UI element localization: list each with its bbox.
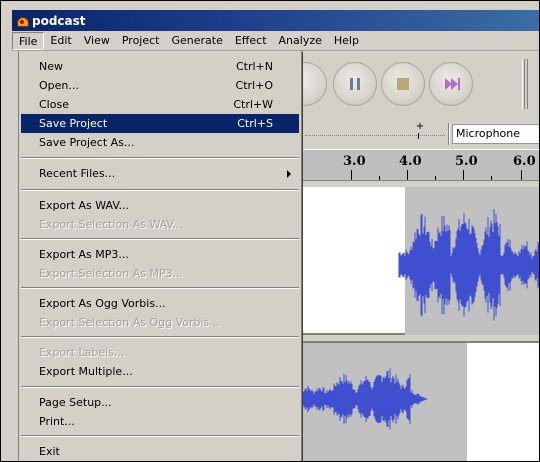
title-bar: podcast [12, 10, 539, 31]
ruler-tick [379, 176, 380, 180]
menu-item-label: Save Project [39, 117, 108, 130]
audacity-window: podcast File Edit View Project Generate … [0, 0, 540, 462]
menu-view[interactable]: View [78, 32, 116, 50]
ruler-label: 6.0 [513, 154, 536, 169]
menu-item-label: Export As MP3... [39, 248, 129, 261]
ruler-tick [521, 170, 522, 180]
ruler-label: 3.0 [343, 154, 366, 169]
menu-item-export-labels: Export Labels... [21, 343, 299, 362]
file-menu-dropdown: New Ctrl+N Open... Ctrl+O Close Ctrl+W Save Pr… [18, 51, 302, 461]
menu-bar: File Edit View Project Generate Effect A… [12, 31, 539, 51]
menu-item-label: New [39, 60, 63, 73]
toolbar-separator [448, 123, 450, 145]
menu-item-label: Close [39, 98, 69, 111]
menu-item-label: Page Setup... [39, 396, 112, 409]
menu-item-label: Export Selection As Ogg Vorbis... [39, 316, 220, 329]
menu-item-label: Export Selection As MP3... [39, 267, 184, 280]
menu-item-label: Print... [39, 415, 75, 428]
menu-generate[interactable]: Generate [165, 32, 228, 50]
menu-item-shortcut: Ctrl+O [235, 79, 273, 92]
menu-item-export-as-ogg-vorbis[interactable]: Export As Ogg Vorbis... [21, 294, 299, 313]
toolbar-grip[interactable] [522, 59, 528, 109]
menu-item-label: Save Project As... [39, 136, 135, 149]
menu-item-export-as-mp3[interactable]: Export As MP3... [21, 245, 299, 264]
skip-to-end-button[interactable] [429, 62, 473, 106]
stop-icon [397, 78, 409, 90]
menu-separator [21, 336, 299, 338]
audio-track-1[interactable] [301, 187, 539, 335]
menu-separator [21, 189, 299, 191]
menu-item-label: Exit [39, 445, 60, 458]
menu-effect[interactable]: Effect [229, 32, 273, 50]
ruler-label: 4.0 [399, 154, 422, 169]
menu-item-label: Export Labels... [39, 346, 125, 359]
menu-item-label: Export As WAV... [39, 199, 129, 212]
menu-item-export-selection-as-ogg-vorbis: Export Selection As Ogg Vorbis... [21, 313, 299, 332]
menu-item-exit[interactable]: Exit [21, 442, 299, 461]
menu-help[interactable]: Help [328, 32, 365, 50]
stop-button[interactable] [381, 62, 425, 106]
ruler-tick [491, 176, 492, 180]
ruler-tick [463, 170, 464, 180]
ruler-tick [435, 176, 436, 180]
transport-toolbar [283, 51, 539, 119]
timeline-ruler[interactable]: 3.0 4.0 5.0 6.0 [301, 149, 539, 181]
submenu-arrow-icon [287, 170, 291, 178]
menu-item-label: Open... [39, 79, 79, 92]
menu-item-save-project-as[interactable]: Save Project As... [21, 133, 299, 152]
menu-file[interactable]: File [12, 31, 45, 50]
ruler-tick [351, 170, 352, 180]
menu-item-recent-files[interactable]: Recent Files... [21, 164, 299, 183]
menu-separator [21, 386, 299, 388]
menu-separator [21, 435, 299, 437]
menu-item-save-project[interactable]: Save Project Ctrl+S [21, 114, 299, 133]
menu-separator [21, 238, 299, 240]
menu-item-page-setup[interactable]: Page Setup... [21, 393, 299, 412]
menu-item-print[interactable]: Print... [21, 412, 299, 431]
waveform-track-2 [301, 368, 428, 430]
menu-separator [21, 157, 299, 159]
input-device-select[interactable]: Microphone [452, 124, 539, 144]
pause-icon [350, 78, 360, 90]
menu-item-export-selection-as-wav: Export Selection As WAV... [21, 215, 299, 234]
menu-item-export-as-wav[interactable]: Export As WAV... [21, 196, 299, 215]
ruler-label: 5.0 [455, 154, 478, 169]
track-panel[interactable] [301, 181, 539, 461]
menu-item-new[interactable]: New Ctrl+N [21, 57, 299, 76]
menu-item-export-multiple[interactable]: Export Multiple... [21, 362, 299, 381]
mixer-toolbar: + Microphone [301, 119, 539, 149]
menu-item-label: Recent Files... [39, 167, 116, 180]
input-volume-slider[interactable] [305, 135, 445, 136]
menu-item-shortcut: Ctrl+N [235, 60, 273, 73]
skip-to-end-icon [444, 78, 460, 90]
menu-item-export-selection-as-mp3: Export Selection As MP3... [21, 264, 299, 283]
menu-separator [21, 287, 299, 289]
menu-edit[interactable]: Edit [44, 32, 77, 50]
audacity-app-icon [16, 15, 29, 27]
menu-item-label: Export Selection As WAV... [39, 218, 184, 231]
menu-item-label: Export Multiple... [39, 365, 133, 378]
window-title: podcast [32, 13, 86, 28]
pause-button[interactable] [333, 62, 377, 106]
menu-item-open[interactable]: Open... Ctrl+O [21, 76, 299, 95]
menu-item-shortcut: Ctrl+W [233, 98, 273, 111]
audio-track-2[interactable] [301, 341, 539, 461]
menu-item-label: Export As Ogg Vorbis... [39, 297, 166, 310]
waveform-track-1 [398, 209, 539, 321]
menu-analyze[interactable]: Analyze [273, 32, 328, 50]
menu-project[interactable]: Project [116, 32, 166, 50]
menu-item-shortcut: Ctrl+S [237, 117, 273, 130]
menu-item-close[interactable]: Close Ctrl+W [21, 95, 299, 114]
slider-thumb[interactable]: + [415, 121, 425, 139]
ruler-tick [407, 170, 408, 180]
